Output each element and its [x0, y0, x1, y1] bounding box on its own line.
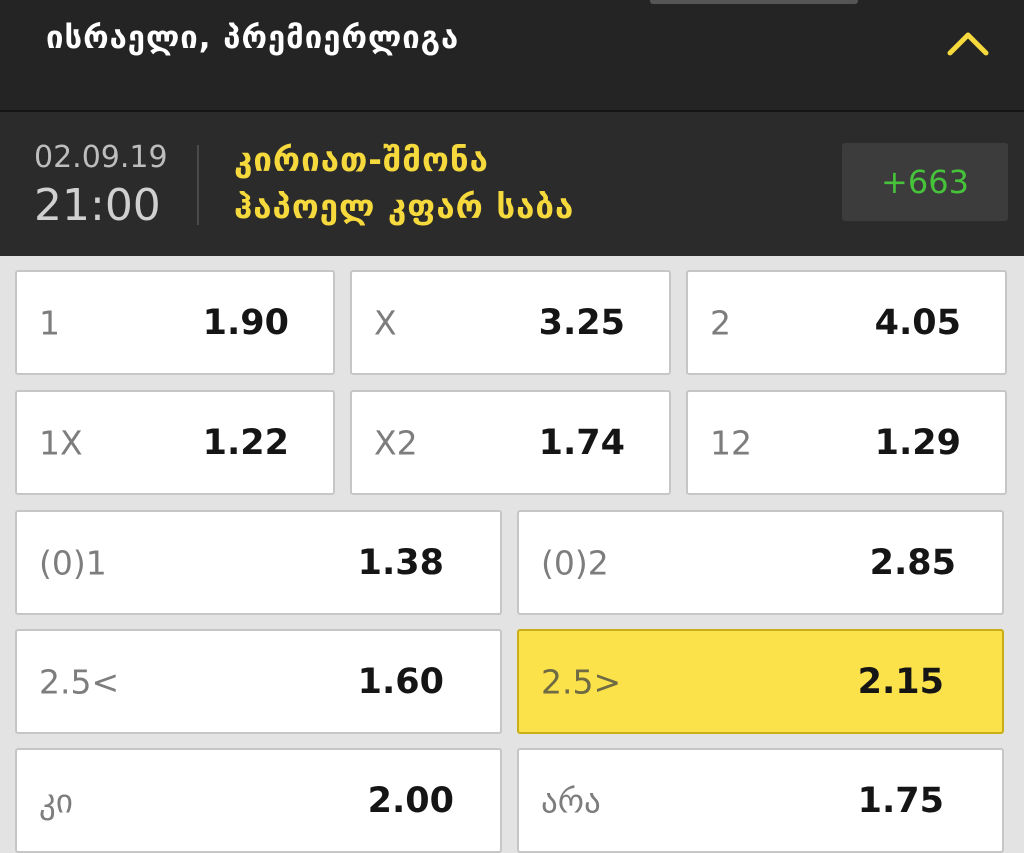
league-title: ისრაელი, პრემიერლიგა: [46, 20, 460, 56]
more-markets-button[interactable]: +663: [842, 143, 1008, 221]
match-header[interactable]: 02.09.19 21:00 კირიათ-შმონა ჰაპოელ კფარ …: [0, 112, 1024, 256]
odd-value: 1.74: [538, 422, 625, 463]
odd-value: 2.85: [869, 542, 956, 583]
odd-value: 2.15: [857, 661, 944, 702]
odd-button-x[interactable]: X 3.25: [350, 270, 671, 375]
odd-value: 1.75: [857, 780, 944, 821]
odd-button-handicap-1[interactable]: (0)1 1.38: [15, 510, 502, 615]
vertical-divider: [197, 145, 199, 225]
collapse-button[interactable]: [938, 18, 998, 68]
odd-value: 1.22: [202, 422, 289, 463]
odd-button-2[interactable]: 2 4.05: [686, 270, 1007, 375]
odd-label: (0)2: [541, 543, 609, 582]
odd-button-yes[interactable]: კი 2.00: [15, 748, 502, 853]
odd-label: X2: [374, 423, 418, 462]
odd-label: 2: [710, 303, 731, 342]
odd-value: 4.05: [874, 302, 961, 343]
odd-label: 1: [39, 303, 60, 342]
odd-button-no[interactable]: არა 1.75: [517, 748, 1004, 853]
status-notch: [650, 0, 858, 4]
odd-label: 2.5<: [39, 662, 120, 701]
match-date: 02.09.19: [34, 140, 168, 175]
odd-value: 3.25: [538, 302, 625, 343]
odd-label: (0)1: [39, 543, 107, 582]
odd-button-1x[interactable]: 1X 1.22: [15, 390, 335, 495]
odd-label: 12: [710, 423, 752, 462]
odd-label: X: [374, 303, 397, 342]
odd-label: არა: [541, 781, 601, 820]
odd-button-12[interactable]: 12 1.29: [686, 390, 1007, 495]
match-time: 21:00: [34, 180, 161, 231]
odd-label: 2.5>: [541, 662, 622, 701]
league-header: ისრაელი, პრემიერლიგა: [0, 0, 1024, 110]
odd-value: 1.60: [357, 661, 444, 702]
odd-value: 2.00: [367, 780, 454, 821]
odd-button-over-2-5[interactable]: 2.5> 2.15: [517, 629, 1004, 734]
odd-button-handicap-2[interactable]: (0)2 2.85: [517, 510, 1004, 615]
odd-value: 1.29: [874, 422, 961, 463]
odd-button-x2[interactable]: X2 1.74: [350, 390, 671, 495]
home-team-name: კირიათ-შმონა: [234, 140, 489, 179]
odd-value: 1.90: [202, 302, 289, 343]
odd-button-under-2-5[interactable]: 2.5< 1.60: [15, 629, 502, 734]
odd-button-1[interactable]: 1 1.90: [15, 270, 335, 375]
away-team-name: ჰაპოელ კფარ საბა: [234, 187, 575, 226]
chevron-up-icon: [947, 32, 989, 56]
odd-value: 1.38: [357, 542, 444, 583]
odd-label: 1X: [39, 423, 83, 462]
odd-label: კი: [39, 781, 73, 820]
